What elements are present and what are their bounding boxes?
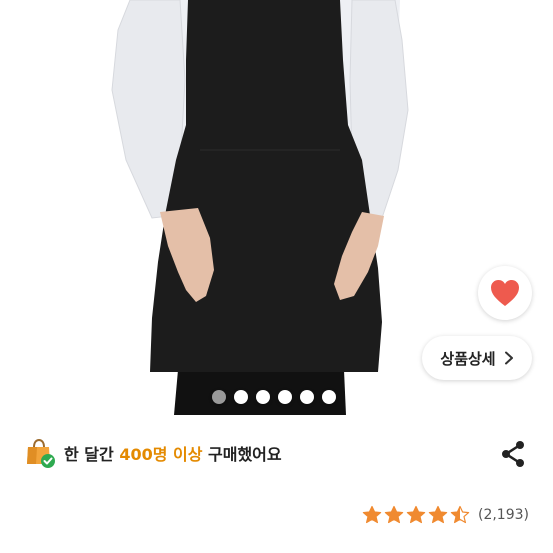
product-detail-label: 상품상세 bbox=[440, 349, 496, 368]
purchase-highlight: 400명 이상 bbox=[119, 445, 203, 464]
purchase-prefix: 한 달간 bbox=[64, 445, 120, 464]
star-icon bbox=[450, 505, 470, 524]
like-button[interactable] bbox=[478, 266, 532, 320]
rating-count: (2,193) bbox=[477, 507, 529, 523]
image-carousel-dots bbox=[212, 389, 336, 405]
purchase-info: 한 달간 400명 이상 구매했어요 bbox=[24, 436, 282, 470]
product-detail-button[interactable]: 상품상세 bbox=[422, 336, 532, 380]
share-icon bbox=[502, 441, 524, 467]
carousel-dot-4[interactable] bbox=[278, 390, 292, 404]
shopping-bag-check-icon bbox=[27, 438, 55, 468]
carousel-dot-2[interactable] bbox=[234, 390, 248, 404]
heart-icon bbox=[491, 280, 519, 306]
carousel-dot-3[interactable] bbox=[256, 390, 270, 404]
carousel-dot-5[interactable] bbox=[300, 390, 314, 404]
share-button[interactable] bbox=[497, 438, 529, 470]
product-rating[interactable]: (2,193) bbox=[362, 504, 529, 526]
purchase-count-text: 한 달간 400명 이상 구매했어요 bbox=[64, 441, 282, 465]
star-icon bbox=[406, 505, 426, 524]
rating-stars bbox=[362, 505, 470, 525]
purchase-suffix: 구매했어요 bbox=[202, 445, 282, 464]
carousel-dot-1[interactable] bbox=[212, 390, 226, 404]
chevron-right-icon bbox=[504, 351, 513, 365]
star-icon bbox=[384, 505, 404, 524]
star-icon bbox=[362, 505, 382, 524]
star-icon bbox=[428, 505, 448, 524]
carousel-dot-6[interactable] bbox=[322, 390, 336, 404]
